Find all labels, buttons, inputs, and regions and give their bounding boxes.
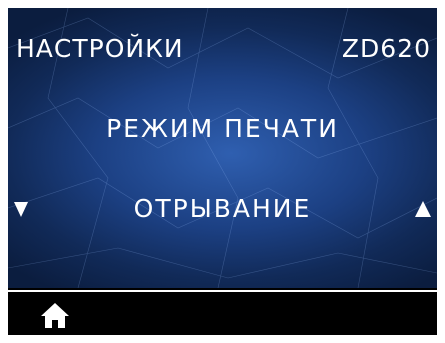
menu-panel: НАСТРОЙКИ ZD620 РЕЖИМ ПЕЧАТИ ОТРЫВАНИЕ (8, 8, 437, 288)
screen-title: НАСТРОЙКИ (16, 34, 184, 63)
setting-name: РЕЖИМ ПЕЧАТИ (106, 114, 339, 143)
printer-display: НАСТРОЙКИ ZD620 РЕЖИМ ПЕЧАТИ ОТРЫВАНИЕ (8, 8, 437, 335)
home-button[interactable] (38, 300, 72, 330)
setting-value: ОТРЫВАНИЕ (133, 194, 312, 223)
setting-value-row: ОТРЫВАНИЕ (8, 193, 437, 225)
triangle-up-icon[interactable] (415, 201, 431, 217)
home-icon (41, 303, 69, 328)
printer-model: ZD620 (341, 34, 431, 63)
divider (8, 290, 437, 292)
